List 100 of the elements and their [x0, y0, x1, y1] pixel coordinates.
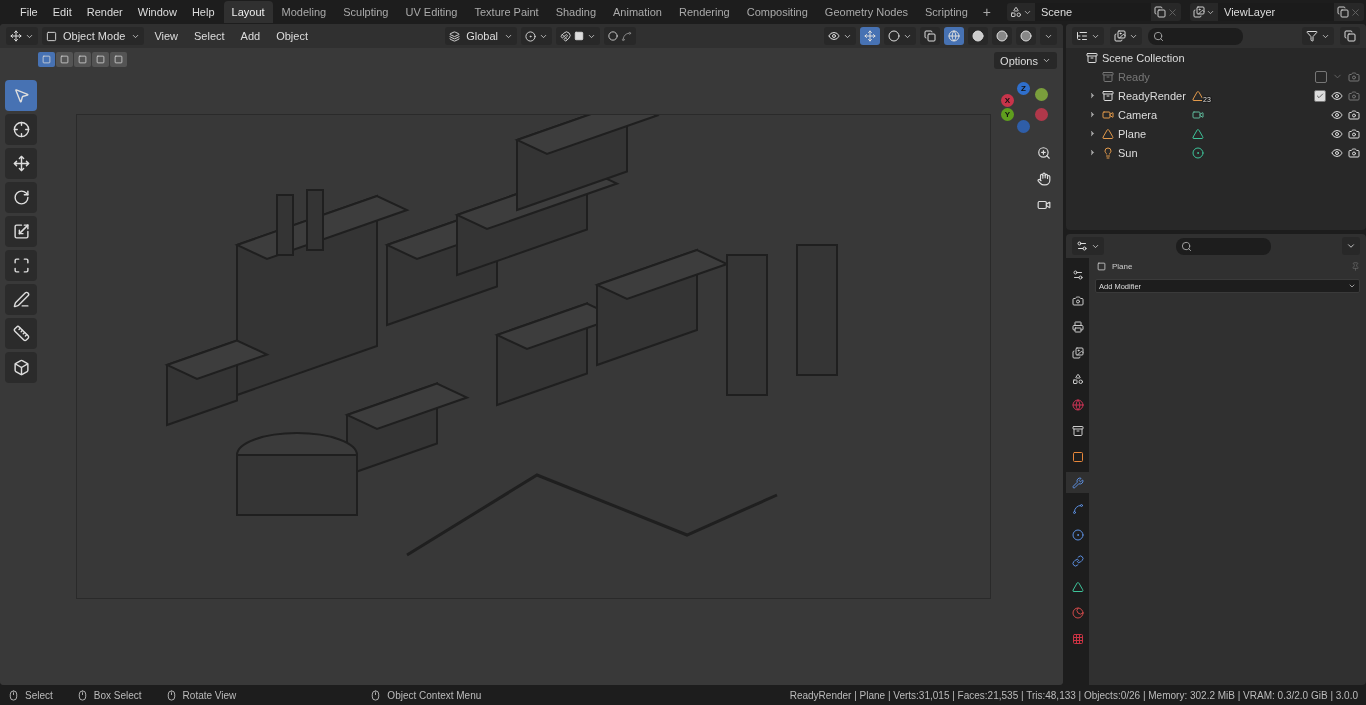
workspace-tab[interactable]: Scripting — [917, 1, 976, 23]
workspace-tab[interactable]: UV Editing — [397, 1, 466, 23]
overlay-button[interactable] — [884, 27, 916, 45]
square-icon — [574, 31, 584, 41]
triangle-icon — [1071, 580, 1084, 593]
images-icon — [1071, 346, 1084, 359]
render-camera-icon[interactable] — [1348, 146, 1360, 159]
editor-type-button[interactable] — [1072, 27, 1104, 45]
visibility-button[interactable] — [824, 27, 856, 45]
select-mode-button[interactable] — [74, 52, 91, 67]
collection-icon — [1102, 70, 1114, 83]
menu-item[interactable]: Add — [234, 28, 267, 44]
caret-icon — [1348, 282, 1356, 290]
select-mode-button[interactable] — [56, 52, 73, 67]
axis-label[interactable]: X — [1001, 94, 1014, 107]
scene-selector[interactable]: Scene — [1007, 3, 1181, 21]
outliner-item[interactable]: Plane — [1118, 127, 1188, 140]
expand-arrow-icon[interactable] — [1088, 148, 1097, 157]
close-icon — [1167, 6, 1178, 18]
axis-dot[interactable] — [1017, 120, 1030, 133]
view-layer-selector[interactable]: ViewLayer — [1190, 3, 1364, 21]
measure-tool-button[interactable] — [5, 318, 37, 349]
menu-item[interactable]: Window — [130, 3, 184, 21]
expand-arrow-icon[interactable] — [1088, 91, 1097, 100]
outliner-item[interactable]: ReadyRender — [1118, 89, 1188, 102]
eye-icon[interactable] — [1331, 127, 1343, 140]
filter-button[interactable] — [1302, 27, 1334, 45]
collection-name[interactable]: Scene Collection — [1102, 51, 1185, 64]
eye-icon[interactable] — [1331, 108, 1343, 121]
images-icon — [1193, 6, 1205, 18]
exclude-checkbox[interactable] — [1315, 70, 1327, 83]
eye-icon[interactable] — [1331, 89, 1343, 102]
rotate-tool-button[interactable] — [5, 182, 37, 213]
workspace-tab[interactable]: Modeling — [273, 1, 335, 23]
mode-dropdown[interactable]: Object Mode — [42, 27, 145, 45]
mesh-icon — [1192, 89, 1204, 102]
editor-type-button[interactable] — [1072, 237, 1104, 255]
workspace-tab[interactable]: Compositing — [738, 1, 816, 23]
orientation-dropdown[interactable]: Global — [445, 27, 517, 45]
expand-arrow-icon[interactable] — [1088, 129, 1097, 138]
select-mode-button[interactable] — [110, 52, 127, 67]
options-dropdown[interactable]: Options — [994, 52, 1057, 69]
menu-item[interactable]: File — [13, 3, 45, 21]
axis-label[interactable]: Z — [1017, 82, 1030, 95]
gizmo-toggle[interactable] — [860, 27, 880, 45]
eye-icon[interactable] — [1331, 146, 1343, 159]
expand-arrow-icon[interactable] — [1088, 110, 1097, 119]
transform-tool-button[interactable] — [5, 250, 37, 281]
globe-icon — [948, 30, 960, 42]
outliner-item[interactable]: Sun — [1118, 146, 1188, 159]
shading-button[interactable] — [968, 27, 988, 45]
select-tool-button[interactable] — [5, 80, 37, 111]
proportional-edit-button[interactable] — [604, 27, 636, 45]
shading-button[interactable] — [1016, 27, 1036, 45]
add-workspace-button[interactable]: + — [976, 4, 997, 20]
menu-item[interactable]: Select — [188, 28, 231, 44]
shading-button[interactable] — [992, 27, 1012, 45]
shading-button[interactable] — [944, 27, 964, 45]
mouse-icon — [76, 689, 88, 701]
move-arrows-icon — [864, 30, 876, 42]
cursor-tool-button[interactable] — [5, 114, 37, 145]
tree-icon — [1076, 30, 1088, 42]
display-mode-button[interactable] — [1110, 27, 1142, 45]
menu-item[interactable]: Help — [184, 3, 222, 21]
transform-icon — [12, 257, 30, 274]
editor-type-button[interactable] — [6, 27, 38, 45]
outliner-item[interactable]: Camera — [1118, 108, 1188, 121]
menu-item[interactable]: View — [148, 28, 185, 44]
workspace-tab[interactable]: Shading — [547, 1, 605, 23]
new-collection-button[interactable] — [1340, 27, 1360, 45]
render-camera-icon[interactable] — [1348, 108, 1360, 121]
select-mode-button[interactable] — [92, 52, 109, 67]
pivot-button[interactable] — [521, 27, 552, 45]
menu-item[interactable]: Render — [79, 3, 130, 21]
workspace-tab[interactable]: Rendering — [670, 1, 738, 23]
camera-icon — [1102, 108, 1114, 121]
render-camera-icon[interactable] — [1348, 127, 1360, 140]
menu-item[interactable]: Edit — [45, 3, 79, 21]
move-tool-button[interactable] — [5, 148, 37, 179]
search-field[interactable] — [1175, 237, 1271, 255]
axis-dot[interactable] — [1035, 88, 1048, 101]
mouse-icon — [8, 689, 19, 701]
search-icon — [1153, 30, 1164, 42]
mesh-data-icon — [1192, 127, 1204, 140]
workspace-tab[interactable]: Sculpting — [335, 1, 397, 23]
workspace-tab[interactable]: Layout — [223, 1, 273, 23]
scale-tool-button[interactable] — [5, 216, 37, 247]
mouse-icon — [370, 689, 382, 701]
axis-label[interactable]: Y — [1001, 108, 1014, 121]
add-tool-button[interactable] — [5, 352, 37, 383]
snap-button[interactable] — [556, 27, 600, 45]
exclude-checkbox[interactable] — [1314, 89, 1326, 102]
workspace-tab[interactable]: Geometry Nodes — [816, 1, 916, 23]
annotate-tool-button[interactable] — [5, 284, 37, 315]
xray-button[interactable] — [920, 27, 940, 45]
workspace-tab[interactable]: Animation — [605, 1, 670, 23]
menu-item[interactable]: Object — [270, 28, 314, 44]
workspace-tab[interactable]: Texture Paint — [466, 1, 547, 23]
search-field[interactable] — [1148, 27, 1243, 45]
axis-dot[interactable] — [1035, 108, 1048, 121]
